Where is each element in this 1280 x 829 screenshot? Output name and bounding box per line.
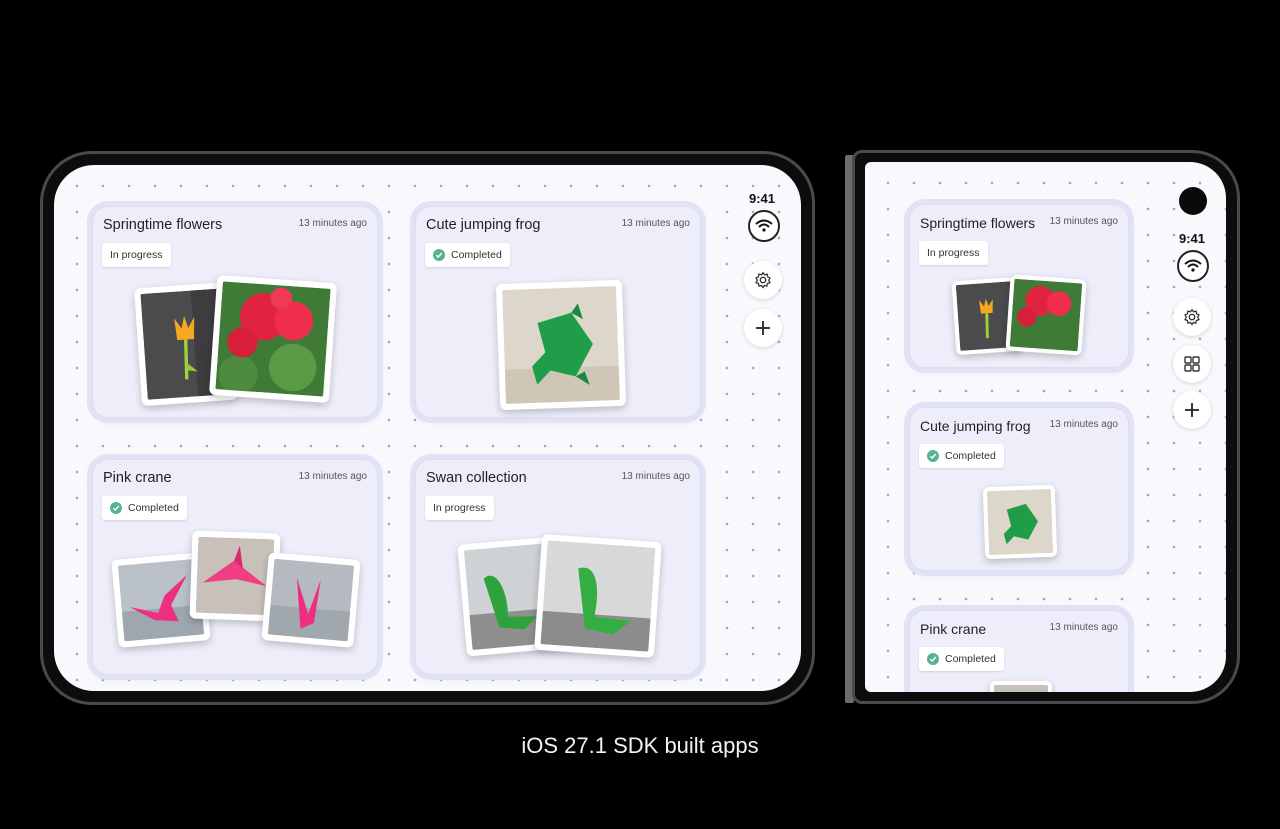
photo-red-geraniums [1005,274,1087,356]
status-label: In progress [110,249,163,261]
device-folded: Springtime flowers 13 minutes ago In pro… [852,150,1240,704]
card-title: Cute jumping frog [920,418,1031,434]
status-badge: In progress [425,496,494,520]
status-badge: Completed [919,647,1004,671]
photo-green-frog [495,279,627,411]
status-time: 9:41 [749,191,776,206]
card-title: Pink crane [103,470,172,486]
screen-folded: Springtime flowers 13 minutes ago In pro… [865,162,1226,692]
settings-button[interactable] [744,261,782,299]
project-card[interactable]: Springtime flowers 13 minutes ago In pro… [909,204,1129,368]
card-title: Springtime flowers [920,215,1036,231]
card-title: Cute jumping frog [426,217,541,233]
card-timestamp: 13 minutes ago [298,218,367,229]
photo-red-geraniums [208,274,338,404]
project-card[interactable]: Pink crane 13 minutes ago Completed [909,610,1129,692]
front-camera [1179,187,1207,215]
photo-green-frog [982,484,1058,560]
wifi-icon[interactable] [1177,250,1209,282]
check-icon [110,502,122,514]
check-icon [927,450,939,462]
wifi-icon[interactable] [748,210,780,242]
photo-pink-crane-2 [990,681,1052,692]
status-label: In progress [433,502,486,514]
check-icon [433,249,445,261]
gear-icon [755,271,771,289]
device-unfolded: Springtime flowers 13 minutes ago In pro… [40,151,815,705]
project-card[interactable]: Pink crane 13 minutes ago Completed [92,459,378,675]
project-card[interactable]: Cute jumping frog 13 minutes ago Complet… [909,407,1129,571]
status-label: Completed [945,653,996,665]
card-timestamp: 13 minutes ago [621,218,690,229]
plus-icon [756,321,770,335]
card-title: Springtime flowers [103,217,223,233]
card-title: Swan collection [426,470,527,486]
gear-icon [1184,308,1200,326]
status-badge: Completed [102,496,187,520]
card-timestamp: 13 minutes ago [621,471,690,482]
photo-pink-crane-3 [261,552,361,648]
card-timestamp: 13 minutes ago [298,471,367,482]
screen-unfolded: Springtime flowers 13 minutes ago In pro… [54,165,801,691]
status-badge: Completed [425,243,510,267]
status-label: Completed [945,450,996,462]
add-button[interactable] [1173,391,1211,429]
project-card[interactable]: Springtime flowers 13 minutes ago In pro… [92,206,378,418]
photo-green-swan-2 [534,533,662,659]
check-icon [927,653,939,665]
status-label: Completed [128,502,179,514]
status-badge: In progress [919,241,988,265]
status-time: 9:41 [1179,231,1206,246]
status-badge: In progress [102,243,171,267]
card-timestamp: 13 minutes ago [1049,622,1118,633]
project-card[interactable]: Swan collection 13 minutes ago In progre… [415,459,701,675]
plus-icon [1185,403,1199,417]
status-label: In progress [927,247,980,259]
settings-button[interactable] [1173,298,1211,336]
card-timestamp: 13 minutes ago [1049,419,1118,430]
project-card[interactable]: Cute jumping frog 13 minutes ago Complet… [415,206,701,418]
status-badge: Completed [919,444,1004,468]
grid-icon [1184,356,1200,372]
card-timestamp: 13 minutes ago [1049,216,1118,227]
add-button[interactable] [744,309,782,347]
caption: iOS 27.1 SDK built apps [521,733,759,758]
grid-view-button[interactable] [1173,345,1211,383]
card-title: Pink crane [920,621,987,637]
status-label: Completed [451,249,502,261]
